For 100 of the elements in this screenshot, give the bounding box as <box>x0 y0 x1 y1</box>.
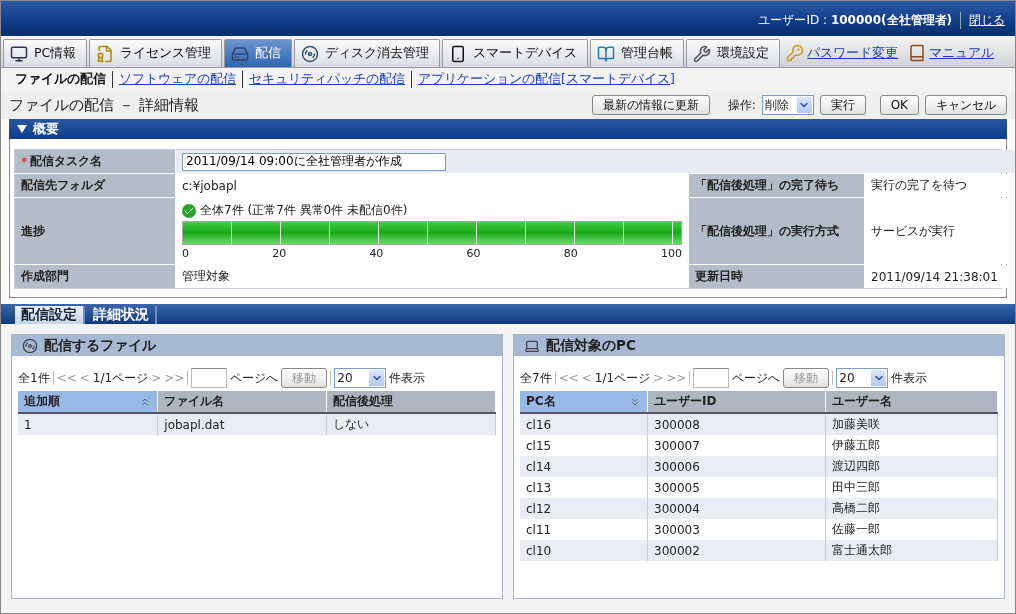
monitor-icon <box>10 44 28 63</box>
table-cell: cl13 <box>520 477 648 498</box>
nav-tab[interactable]: ディスク消去管理 <box>294 39 441 67</box>
ok-button[interactable]: OK <box>879 95 919 115</box>
table-cell: 渡辺四郎 <box>825 456 998 477</box>
table-cell: 加藤美咲 <box>825 413 998 435</box>
field-label-text: 作成部門 <box>21 268 69 285</box>
column-header[interactable]: PC名 <box>520 391 648 413</box>
scale-label: 80 <box>563 247 578 260</box>
key-icon <box>786 44 805 62</box>
detail-tab[interactable]: 配信設定 <box>15 306 85 324</box>
table-cell: 1 <box>18 413 158 435</box>
close-link[interactable]: 閉じる <box>960 12 1005 29</box>
field-label: 「配信後処理」の実行方式 <box>689 198 864 264</box>
per-page-select[interactable]: 20 <box>836 368 889 388</box>
goto-page-label: ページへ <box>732 369 781 387</box>
refresh-button[interactable]: 最新の情報に更新 <box>591 95 710 115</box>
nav-link[interactable]: パスワード変更 <box>782 39 903 67</box>
section-header[interactable]: 概要 <box>9 119 1007 139</box>
disc-icon <box>301 44 320 63</box>
field-value: サービスが実行 <box>871 222 955 240</box>
field-label: 更新日時 <box>689 265 864 288</box>
table-cell: 300003 <box>647 519 826 540</box>
column-header[interactable]: ユーザー名 <box>825 391 998 413</box>
task-name-field[interactable]: 2011/09/14 09:00に全社管理者が作成 <box>182 152 446 171</box>
table-cell: 田中三郎 <box>825 477 998 498</box>
field-label-text: 進捗 <box>21 222 45 240</box>
page-title: ファイルの配信 － 詳細情報 <box>9 95 200 115</box>
certificate-icon <box>96 44 115 63</box>
table-cell: しない <box>326 413 496 435</box>
scale-label: 100 <box>660 247 682 260</box>
run-button[interactable]: 実行 <box>819 95 866 115</box>
field-value: c:¥jobapl <box>182 178 237 193</box>
goto-page-label: ページへ <box>230 369 279 387</box>
table-cell: 富士通太郎 <box>825 540 998 561</box>
wrench-icon <box>693 44 712 63</box>
table-cell: 300008 <box>647 413 826 435</box>
total-count: 全1件 <box>18 369 50 387</box>
page-indicator: 1/1ページ <box>594 369 651 387</box>
section-title: 概要 <box>33 120 59 138</box>
table-cell: 300006 <box>647 456 826 477</box>
table-cell: cl12 <box>520 498 648 519</box>
open-book-icon <box>597 44 616 63</box>
field-value: 実行の完了を待つ <box>871 177 967 194</box>
table-cell: 300005 <box>647 477 826 498</box>
page-indicator: 1/1ページ <box>92 369 149 387</box>
scale-label: 40 <box>369 247 384 260</box>
drive-icon <box>231 44 250 63</box>
disc-icon <box>22 337 38 354</box>
column-header[interactable]: 配信後処理 <box>326 391 496 413</box>
nav-tab[interactable]: スマートデバイス <box>442 39 589 67</box>
panel-title: 配信するファイル <box>44 336 156 355</box>
nav-link[interactable]: マニュアル <box>904 39 999 67</box>
panel-title: 配信対象のPC <box>546 336 636 355</box>
nav-tab[interactable]: 環境設定 <box>686 39 781 67</box>
table-cell: cl15 <box>520 435 648 456</box>
table-cell: cl11 <box>520 519 648 540</box>
nav-tab[interactable]: PC情報 <box>3 39 88 67</box>
check-icon <box>182 203 196 218</box>
field-label-text: 配信先フォルダ <box>21 177 105 194</box>
nav-tab[interactable]: 配信 <box>224 39 293 67</box>
table-cell: 高橋二郎 <box>825 498 998 519</box>
field-label-text: 配信タスク名 <box>30 153 103 170</box>
table-cell: 300004 <box>647 498 826 519</box>
required-mark: * <box>21 154 28 169</box>
column-header[interactable]: ファイル名 <box>157 391 327 413</box>
scale-label: 60 <box>466 247 481 260</box>
column-header[interactable]: 追加順 <box>18 391 158 413</box>
per-page-label: 件表示 <box>389 369 426 387</box>
user-id-label: ユーザーID : 100000(全社管理者) <box>758 12 952 29</box>
page-number-field[interactable] <box>693 368 730 388</box>
operation-select[interactable]: 削除 <box>761 95 814 115</box>
subnav-link[interactable]: アプリケーションの配信[スマートデバイス] <box>411 71 681 88</box>
table-cell: cl16 <box>520 413 648 435</box>
operation-label: 操作: <box>727 96 756 114</box>
per-page-select[interactable]: 20 <box>334 368 387 388</box>
field-label: 「配信後処理」の完了待ち <box>689 174 864 197</box>
table-cell: cl14 <box>520 456 648 477</box>
nav-tab[interactable]: ライセンス管理 <box>89 39 223 67</box>
subnav-link[interactable]: ソフトウェアの配信 <box>112 71 242 88</box>
total-count: 全7件 <box>520 369 552 387</box>
table-cell: jobapl.dat <box>157 413 327 435</box>
scale-label: 0 <box>182 247 189 260</box>
cancel-button[interactable]: キャンセル <box>925 95 1007 115</box>
column-header[interactable]: ユーザーID <box>647 391 826 413</box>
table-cell: 佐藤一郎 <box>825 519 998 540</box>
subnav-link[interactable]: セキュリティパッチの配信 <box>242 71 411 88</box>
page-number-field[interactable] <box>191 368 228 388</box>
table-cell: cl10 <box>520 540 648 561</box>
subnav-link[interactable]: ファイルの配信 <box>9 71 112 88</box>
table-cell: 300007 <box>647 435 826 456</box>
nav-tab[interactable]: 管理台帳 <box>590 39 685 67</box>
book-icon <box>908 44 927 62</box>
field-value: 2011/09/14 21:38:01 <box>871 269 998 284</box>
progress-summary: 全体7件 (正常7件 異常0件 未配信0件) <box>200 202 408 219</box>
scale-label: 20 <box>272 247 287 260</box>
field-value: 管理対象 <box>182 268 230 285</box>
table-cell: 300002 <box>647 540 826 561</box>
table-cell: 伊藤五郎 <box>825 435 998 456</box>
per-page-label: 件表示 <box>891 369 928 387</box>
